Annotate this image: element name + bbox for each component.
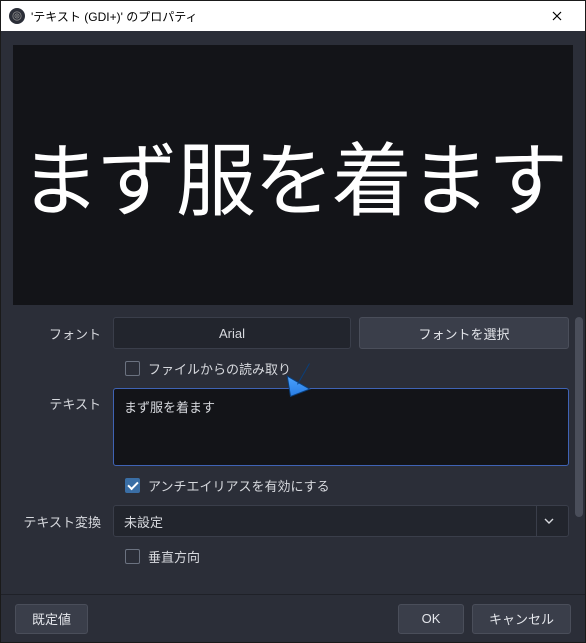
properties-form: フォント Arial フォントを選択 ファイルからの読み取り <box>1 311 585 594</box>
select-font-button[interactable]: フォントを選択 <box>359 317 569 349</box>
text-input[interactable] <box>113 388 569 466</box>
text-label: テキスト <box>17 388 113 413</box>
font-row: フォント Arial フォントを選択 <box>17 317 569 349</box>
read-from-file-checkbox[interactable] <box>125 361 140 376</box>
window-title: 'テキスト (GDI+)' のプロパティ <box>31 8 537 25</box>
defaults-button[interactable]: 既定値 <box>15 604 88 634</box>
read-from-file-row: ファイルからの読み取り <box>125 359 569 378</box>
preview-area: まず服を着ます <box>1 31 585 311</box>
text-row: テキスト <box>17 388 569 466</box>
read-from-file-label[interactable]: ファイルからの読み取り <box>148 359 291 378</box>
close-button[interactable] <box>537 1 577 31</box>
dialog-footer: 既定値 OK キャンセル <box>1 594 585 642</box>
cancel-button[interactable]: キャンセル <box>472 604 571 634</box>
antialias-checkbox[interactable] <box>125 478 140 493</box>
text-preview: まず服を着ます <box>13 45 573 305</box>
font-display: Arial <box>113 317 351 349</box>
vertical-checkbox[interactable] <box>125 549 140 564</box>
antialias-row: アンチエイリアスを有効にする <box>125 476 569 495</box>
vertical-row: 垂直方向 <box>125 547 569 566</box>
scrollbar[interactable] <box>575 317 583 594</box>
vertical-label[interactable]: 垂直方向 <box>148 547 200 566</box>
scrollbar-thumb[interactable] <box>575 317 583 517</box>
chevron-down-icon <box>536 506 560 536</box>
close-icon <box>552 11 562 21</box>
text-transform-select[interactable]: 未設定 <box>113 505 569 537</box>
antialias-label[interactable]: アンチエイリアスを有効にする <box>148 476 330 495</box>
text-transform-row: テキスト変換 未設定 <box>17 505 569 537</box>
ok-button[interactable]: OK <box>398 604 464 634</box>
properties-window: 'テキスト (GDI+)' のプロパティ まず服を着ます フォント Arial … <box>0 0 586 643</box>
font-label: フォント <box>17 324 113 343</box>
preview-text: まず服を着ます <box>20 117 566 233</box>
titlebar: 'テキスト (GDI+)' のプロパティ <box>1 1 585 31</box>
app-icon <box>9 8 25 24</box>
text-transform-value: 未設定 <box>124 512 163 531</box>
text-transform-label: テキスト変換 <box>17 512 113 531</box>
